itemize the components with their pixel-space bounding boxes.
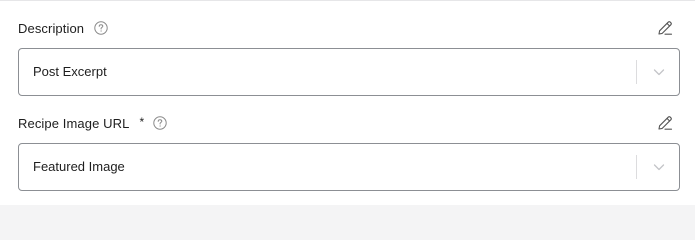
pencil-icon[interactable] bbox=[656, 114, 674, 132]
field-label: Recipe Image URL bbox=[18, 115, 130, 131]
required-marker: * bbox=[139, 115, 145, 129]
chevron-down-icon[interactable] bbox=[651, 159, 667, 175]
question-circle-icon[interactable] bbox=[153, 116, 167, 130]
question-circle-icon[interactable] bbox=[94, 21, 108, 35]
select-divider bbox=[636, 60, 637, 84]
select-value: Post Excerpt bbox=[33, 64, 107, 79]
field-label: Description bbox=[18, 20, 85, 36]
select-divider bbox=[636, 155, 637, 179]
description-label-row: Description bbox=[18, 17, 680, 39]
description-field: Description Post Excerpt bbox=[18, 17, 680, 96]
recipe-image-url-label-row: Recipe Image URL * bbox=[18, 112, 680, 134]
field-mapping-panel: Description Post Excerpt Recipe Image UR… bbox=[0, 0, 695, 205]
description-select[interactable]: Post Excerpt bbox=[18, 48, 680, 96]
pencil-icon[interactable] bbox=[656, 19, 674, 37]
recipe-image-url-field: Recipe Image URL * Featured Image bbox=[18, 112, 680, 191]
recipe-image-url-select[interactable]: Featured Image bbox=[18, 143, 680, 191]
select-value: Featured Image bbox=[33, 159, 125, 174]
chevron-down-icon[interactable] bbox=[651, 64, 667, 80]
